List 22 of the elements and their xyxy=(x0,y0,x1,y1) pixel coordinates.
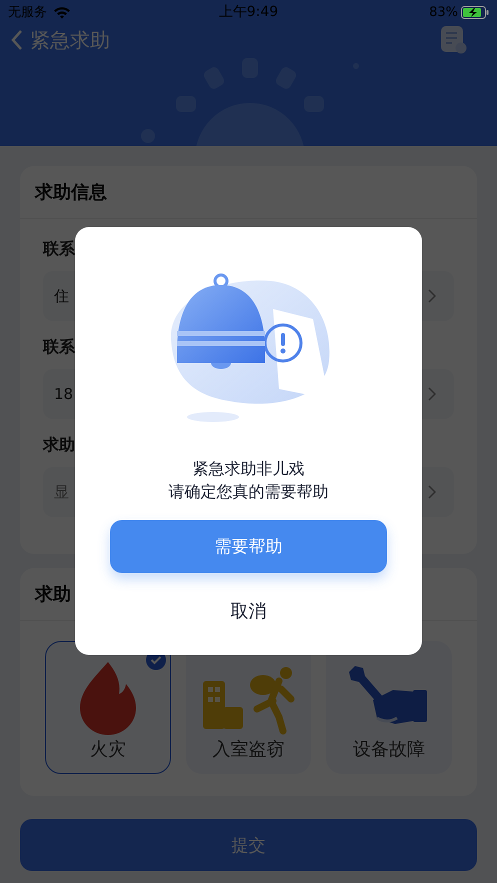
field-label: 联系 xyxy=(43,336,76,358)
carrier-text: 无服务 xyxy=(8,4,47,21)
section-title: 求助信息 xyxy=(20,166,477,219)
battery-icon xyxy=(460,6,489,18)
submit-button[interactable]: 提交 xyxy=(20,819,477,871)
clock-text: 上午9:49 xyxy=(218,3,278,21)
category-tile[interactable]: 设备故障 xyxy=(326,641,452,774)
chevron-icon xyxy=(428,387,436,401)
field-label: 求助 xyxy=(43,434,76,456)
page-title: 紧急求助 xyxy=(30,26,110,54)
confirm-button[interactable]: 需要帮助 xyxy=(110,520,387,573)
flame-icon xyxy=(78,660,138,735)
category-tile[interactable]: 火灾 xyxy=(45,641,171,774)
chevron-icon xyxy=(428,289,436,303)
dialog-message: 紧急求助非儿戏 xyxy=(192,458,304,480)
battery-text: 83% xyxy=(429,4,458,20)
burglar-icon xyxy=(200,665,296,735)
dialog-message: 请确定您真的需要帮助 xyxy=(168,481,328,503)
wifi-icon xyxy=(53,6,71,18)
document-icon[interactable] xyxy=(441,26,467,54)
field-label: 联系 xyxy=(43,238,76,260)
chevron-icon xyxy=(428,485,436,499)
